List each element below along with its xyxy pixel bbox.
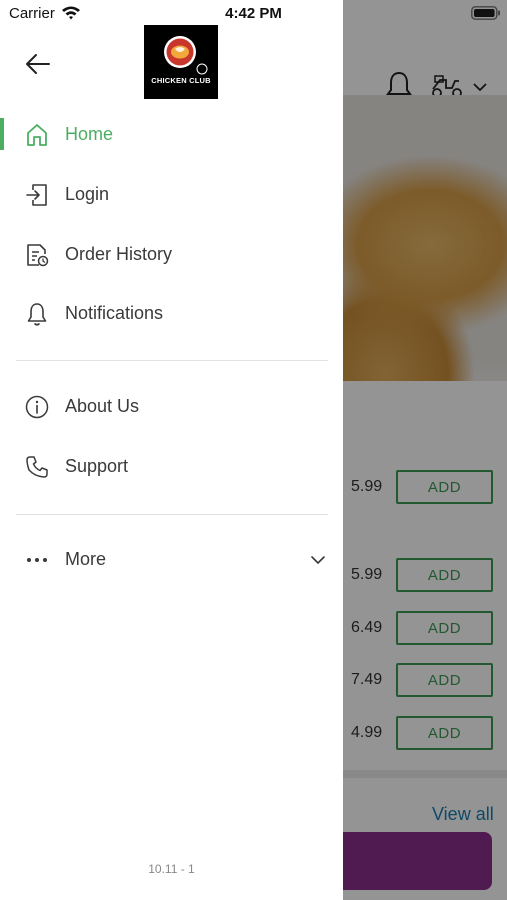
- more-dots-icon: [23, 546, 51, 574]
- chevron-down-icon[interactable]: [309, 553, 327, 567]
- menu-item-more[interactable]: More: [0, 534, 343, 586]
- login-icon: [23, 181, 51, 209]
- back-button[interactable]: [22, 48, 54, 80]
- logo-text: CHICKEN CLUB: [151, 76, 211, 85]
- menu-item-label: About Us: [65, 396, 140, 416]
- arrow-left-icon: [26, 54, 50, 74]
- menu-divider: [16, 360, 328, 361]
- info-icon: [23, 393, 51, 421]
- menu-item-label: Login: [65, 184, 110, 204]
- menu-item-label: Home: [65, 124, 114, 144]
- clock: 4:42 PM: [225, 5, 282, 22]
- menu-item-home[interactable]: Home: [0, 109, 343, 161]
- menu-item-label: Order History: [65, 244, 173, 264]
- home-icon: [23, 121, 51, 149]
- menu-item-login[interactable]: Login: [0, 169, 343, 221]
- menu-divider: [16, 514, 328, 515]
- navigation-drawer: CHICKEN CLUB Home Login Order History No…: [0, 0, 343, 900]
- status-bar: Carrier 4:42 PM: [0, 0, 507, 28]
- order-history-icon: [23, 241, 51, 269]
- menu-item-order-history[interactable]: Order History: [0, 229, 343, 281]
- battery-icon: [471, 6, 500, 20]
- phone-icon: [23, 453, 51, 481]
- menu-item-about-us[interactable]: About Us: [0, 381, 343, 433]
- menu-item-label: Support: [65, 456, 129, 476]
- menu-item-label: More: [65, 549, 107, 569]
- bell-icon: [23, 300, 51, 328]
- app-version: 10.11 - 1: [148, 862, 195, 876]
- menu-item-support[interactable]: Support: [0, 441, 343, 493]
- menu-item-label: Notifications: [65, 303, 164, 323]
- brand-logo: CHICKEN CLUB: [144, 25, 218, 99]
- chicken-logo-emblem: [164, 36, 208, 75]
- menu-item-notifications[interactable]: Notifications: [0, 288, 343, 340]
